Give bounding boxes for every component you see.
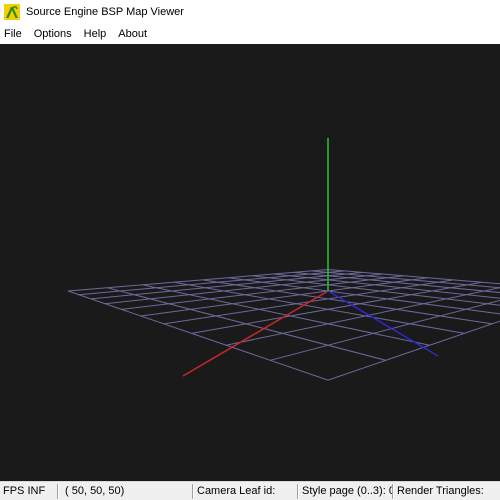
x-axis-line <box>182 290 329 377</box>
3d-viewport[interactable] <box>0 44 500 481</box>
style-page-readout: Style page (0..3): 0 <box>298 483 393 499</box>
ground-grid <box>67 268 500 381</box>
title-bar: Source Engine BSP Map Viewer <box>0 0 500 24</box>
menu-options[interactable]: Options <box>28 24 78 44</box>
fps-readout: FPS INF <box>0 483 58 499</box>
menu-bar: File Options Help About <box>0 24 500 44</box>
scene-canvas[interactable] <box>0 44 500 481</box>
render-triangles-readout: Render Triangles: <box>393 483 500 499</box>
menu-file[interactable]: File <box>0 24 28 44</box>
y-axis-line <box>327 290 439 357</box>
menu-about[interactable]: About <box>112 24 153 44</box>
menu-help[interactable]: Help <box>78 24 113 44</box>
window-title: Source Engine BSP Map Viewer <box>26 6 184 18</box>
status-bar: FPS INF ( 50, 50, 50) Camera Leaf id: St… <box>0 481 500 500</box>
half-life-lambda-icon <box>4 4 20 20</box>
camera-leaf-readout: Camera Leaf id: <box>193 483 298 499</box>
camera-position-readout: ( 50, 50, 50) <box>58 483 193 499</box>
grid-line <box>107 287 386 361</box>
